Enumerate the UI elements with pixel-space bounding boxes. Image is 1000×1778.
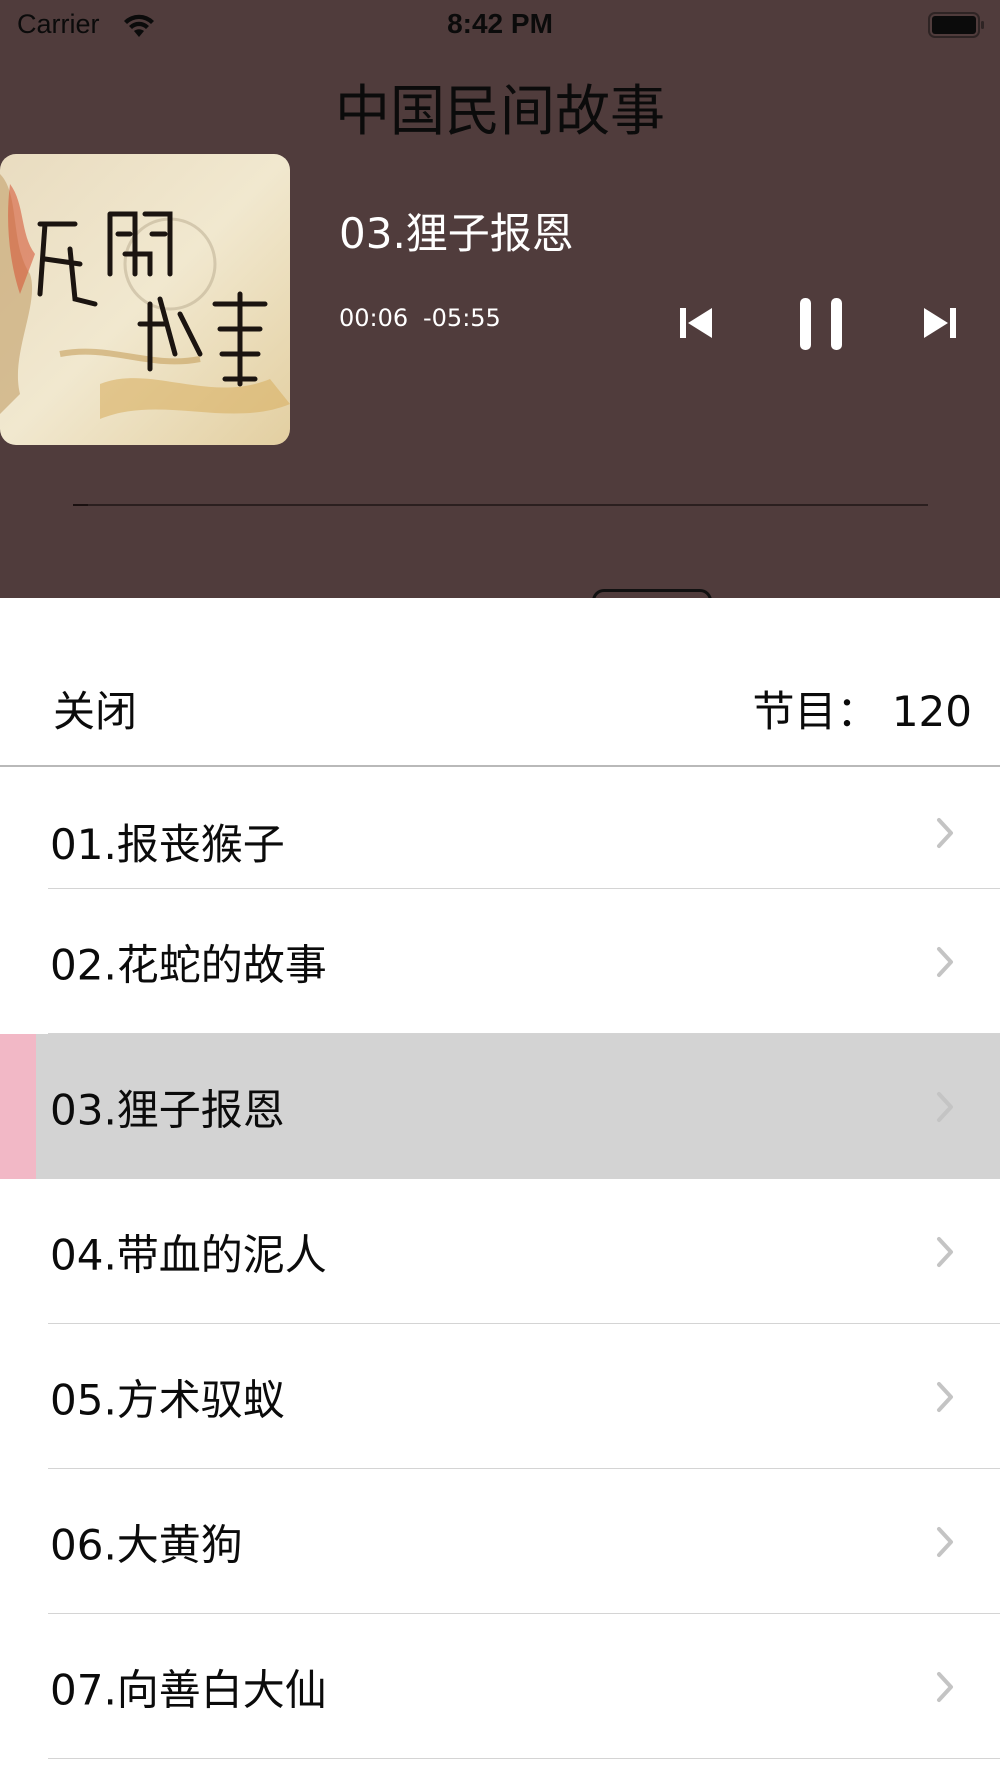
episode-list: 01.报丧猴子 02.花蛇的故事 03.狸子报恩 04.带血的泥人 05.方术驭蚁 06.…: [0, 767, 1000, 1778]
chevron-right-icon: [937, 1091, 953, 1122]
playlist-header: 关闭 节目： 120: [0, 598, 1000, 767]
episode-title: 01.报丧猴子: [50, 820, 285, 869]
chevron-right-icon: [937, 1671, 953, 1702]
progress-fill: [73, 504, 88, 506]
chevron-right-icon: [937, 1236, 953, 1267]
list-item[interactable]: 04.带血的泥人: [0, 1179, 1000, 1324]
list-item[interactable]: 06.大黄狗: [0, 1469, 1000, 1614]
album-title: 中国民间故事: [334, 79, 665, 143]
episode-title: 07.向善白大仙: [50, 1665, 327, 1714]
battery-icon: [928, 12, 984, 38]
row-divider: [48, 1758, 1000, 1759]
chevron-right-icon: [937, 946, 953, 977]
episode-count: 节目： 120: [752, 687, 972, 736]
skip-back-icon[interactable]: [678, 302, 714, 344]
list-item[interactable]: 05.方术驭蚁: [0, 1324, 1000, 1469]
time-remaining: -05:55: [423, 304, 501, 332]
episode-title: 03.狸子报恩: [50, 1085, 285, 1134]
status-bar: Carrier 8:42 PM: [0, 0, 1000, 50]
pause-icon[interactable]: [796, 296, 846, 352]
list-item[interactable]: 01.报丧猴子: [0, 767, 1000, 889]
chevron-right-icon: [937, 1381, 953, 1412]
close-button[interactable]: 关闭: [53, 678, 137, 739]
episode-title: 05.方术驭蚁: [50, 1375, 285, 1424]
list-item[interactable]: 02.花蛇的故事: [0, 889, 1000, 1034]
now-playing-title: 03.狸子报恩: [339, 209, 574, 258]
list-item[interactable]: 03.狸子报恩: [0, 1034, 1000, 1179]
album-cover-image: [0, 154, 290, 445]
list-item[interactable]: 07.向善白大仙: [0, 1614, 1000, 1759]
chevron-right-icon: [937, 1526, 953, 1557]
player-panel: Carrier 8:42 PM 中国民间故事 03.狸子报恩 00:06 -05…: [0, 0, 1000, 609]
progress-slider[interactable]: [73, 504, 928, 506]
chevron-right-icon: [937, 818, 953, 848]
episode-title: 06.大黄狗: [50, 1520, 243, 1569]
selected-indicator: [0, 1034, 36, 1179]
time-elapsed: 00:06: [339, 304, 409, 332]
skip-forward-icon[interactable]: [922, 302, 958, 344]
episode-title: 02.花蛇的故事: [50, 940, 327, 989]
status-clock: 8:42 PM: [447, 8, 553, 39]
episode-title: 04.带血的泥人: [50, 1230, 327, 1279]
